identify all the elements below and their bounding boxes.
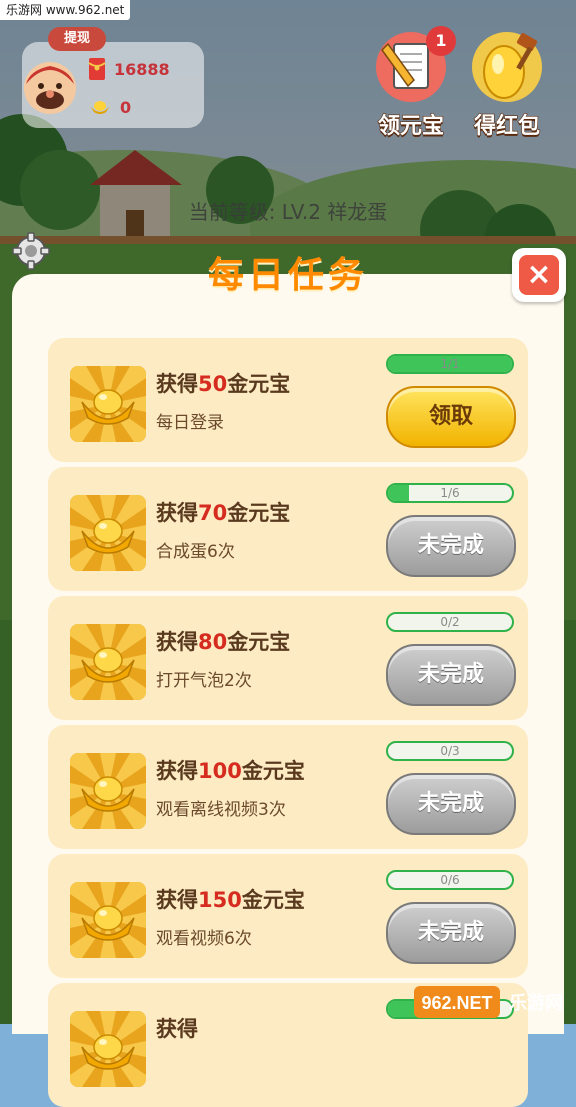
get-yuanbao-label: 领元宝 bbox=[377, 113, 444, 139]
task-reward-amount: 80 bbox=[198, 630, 228, 654]
get-hongbao-label: 得红包 bbox=[473, 113, 540, 139]
task-title: 获得50金元宝 bbox=[156, 368, 290, 398]
task-progress-text: 1/1 bbox=[440, 357, 460, 371]
task-title: 获得70金元宝 bbox=[156, 497, 290, 527]
task-card: 获得150金元宝观看视频6次 0/6 未完成 bbox=[48, 854, 528, 978]
task-description: 观看视频6次 bbox=[156, 929, 252, 949]
watermark-bottom: 962.NET 乐游网 bbox=[414, 986, 563, 1018]
task-progress-text: 0/6 bbox=[440, 873, 460, 887]
modal-title: 每日任务 bbox=[207, 255, 368, 296]
get-yuanbao-button[interactable]: 1 领元宝 bbox=[368, 26, 456, 140]
incomplete-button[interactable]: 未完成 bbox=[386, 773, 516, 835]
task-description: 合成蛋6次 bbox=[156, 542, 235, 562]
cash-row: 16888 bbox=[88, 56, 170, 82]
task-title-suffix: 金元宝 bbox=[227, 630, 291, 654]
incomplete-button[interactable]: 未完成 bbox=[386, 902, 516, 964]
task-progress-bar: 0/3 bbox=[386, 741, 514, 761]
task-reward-amount: 70 bbox=[198, 501, 228, 525]
task-reward-amount: 150 bbox=[198, 888, 242, 912]
gear-icon[interactable] bbox=[12, 232, 50, 270]
cash-value: 16888 bbox=[114, 59, 170, 79]
task-title-suffix: 金元宝 bbox=[241, 759, 305, 783]
gold-ingot-icon bbox=[70, 882, 146, 958]
gold-row: 0 bbox=[88, 94, 131, 120]
claim-button[interactable]: 领取 bbox=[386, 386, 516, 448]
task-progress-bar: 1/6 bbox=[386, 483, 514, 503]
task-card: 获得50金元宝 每日登录 1/1 领取 bbox=[48, 338, 528, 462]
task-title-prefix: 获得 bbox=[156, 630, 198, 654]
task-title-suffix: 金元宝 bbox=[227, 501, 291, 525]
withdraw-button[interactable]: 提现 bbox=[48, 27, 106, 51]
task-description: 观看离线视频3次 bbox=[156, 800, 286, 820]
get-hongbao-button[interactable]: 得红包 bbox=[464, 30, 550, 140]
task-description: 每日登录 bbox=[156, 413, 224, 433]
gold-ingot-icon bbox=[70, 624, 146, 700]
task-title-suffix: 金元宝 bbox=[227, 372, 291, 396]
watermark-brand: 962.NET bbox=[421, 993, 492, 1013]
incomplete-button[interactable]: 未完成 bbox=[386, 644, 516, 706]
task-description: 打开气泡2次 bbox=[156, 671, 252, 691]
task-progress-text: 1/6 bbox=[440, 486, 460, 500]
task-progress-text: 0/3 bbox=[440, 744, 460, 758]
task-title-prefix: 获得 bbox=[156, 501, 198, 525]
task-title-suffix: 金元宝 bbox=[241, 888, 305, 912]
modal-title-banner: 每日任务 bbox=[160, 244, 416, 314]
gold-value: 0 bbox=[120, 97, 132, 117]
task-card: 获得80金元宝打开气泡2次 0/2 未完成 bbox=[48, 596, 528, 720]
gold-ingot-icon bbox=[70, 1011, 146, 1087]
task-reward-amount: 100 bbox=[198, 759, 242, 783]
task-progress-text: 0/2 bbox=[440, 615, 460, 629]
task-card: 获得100金元宝观看离线视频3次 0/3 未完成 bbox=[48, 725, 528, 849]
close-button[interactable]: × bbox=[512, 248, 566, 302]
task-title: 获得 bbox=[156, 1013, 198, 1043]
task-title: 获得80金元宝 bbox=[156, 626, 290, 656]
task-progress-bar: 1/1 bbox=[386, 354, 514, 374]
task-title-prefix: 获得 bbox=[156, 1017, 198, 1041]
level-text: 当前等级: LV.2 祥龙蛋 bbox=[188, 200, 388, 224]
notification-badge: 1 bbox=[426, 26, 456, 56]
golden-egg-hammer-icon bbox=[472, 32, 542, 102]
task-title: 获得100金元宝 bbox=[156, 755, 305, 785]
task-title-prefix: 获得 bbox=[156, 372, 198, 396]
gold-ingot-icon bbox=[70, 495, 146, 571]
task-reward-amount: 50 bbox=[198, 372, 228, 396]
task-title-prefix: 获得 bbox=[156, 888, 198, 912]
task-progress-bar: 0/6 bbox=[386, 870, 514, 890]
watermark-top: 乐游网 www.962.net bbox=[0, 0, 131, 20]
incomplete-button[interactable]: 未完成 bbox=[386, 515, 516, 577]
task-card: 获得70金元宝合成蛋6次 1/6 未完成 bbox=[48, 467, 528, 591]
gold-ingot-icon bbox=[90, 101, 110, 114]
red-envelope-icon bbox=[88, 58, 106, 80]
task-progress-bar: 0/2 bbox=[386, 612, 514, 632]
avatar[interactable] bbox=[20, 56, 80, 116]
gold-ingot-icon bbox=[70, 753, 146, 829]
close-icon: × bbox=[519, 255, 559, 295]
task-title: 获得150金元宝 bbox=[156, 884, 305, 914]
task-title-prefix: 获得 bbox=[156, 759, 198, 783]
gold-ingot-icon bbox=[70, 366, 146, 442]
watermark-site: 乐游网 bbox=[509, 992, 563, 1014]
